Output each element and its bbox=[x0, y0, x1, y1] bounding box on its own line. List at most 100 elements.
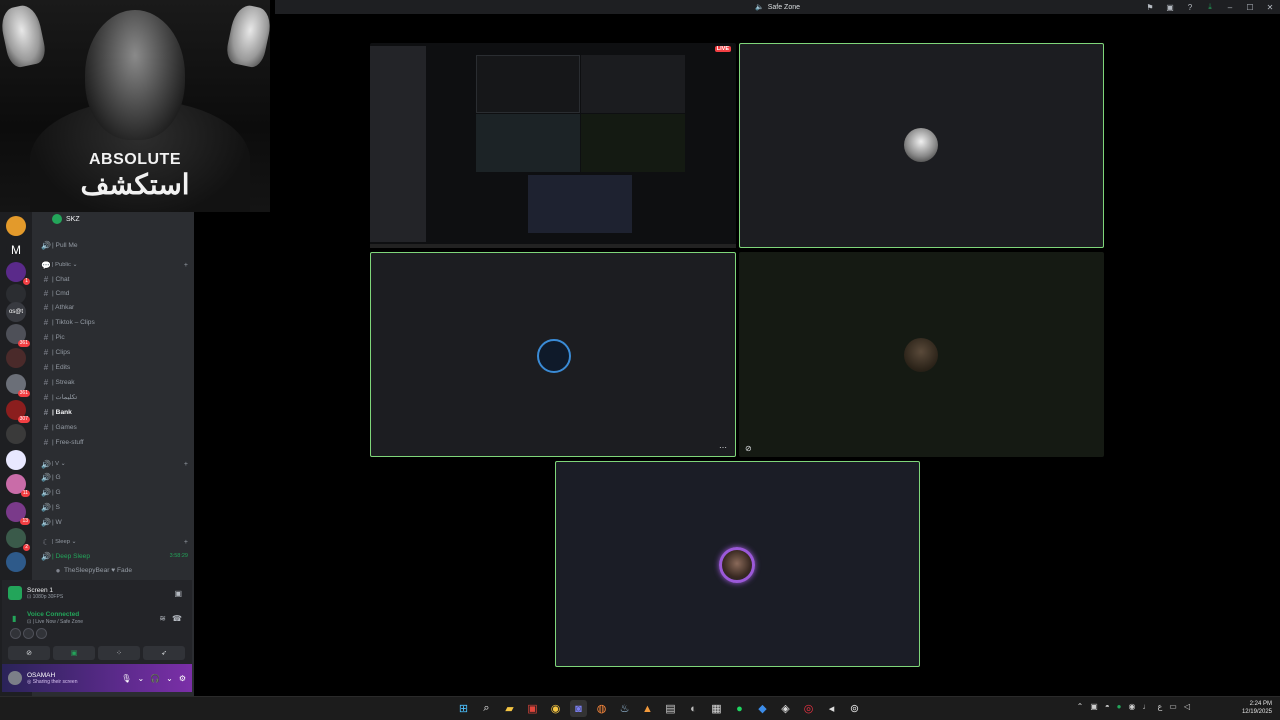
channel-item[interactable]: # | تكليمات bbox=[40, 390, 188, 404]
server-icon[interactable]: 307 bbox=[6, 400, 30, 423]
add-channel-icon[interactable]: + bbox=[184, 539, 188, 546]
server-icon[interactable]: M bbox=[6, 240, 26, 260]
stop-share-icon[interactable]: ▣ bbox=[174, 589, 182, 598]
discord-icon[interactable]: ◙ bbox=[570, 700, 587, 717]
soundboard-icon[interactable] bbox=[36, 628, 47, 639]
windows-start-icon[interactable]: ⊞ bbox=[455, 700, 472, 717]
gear-icon[interactable]: ⚙ bbox=[179, 674, 186, 683]
user-panel[interactable]: OSAMAH ◎ Sharing their screen 🎙 ⌄ 🎧 ⌄ ⚙ bbox=[2, 664, 192, 692]
stream-tile-screen-share[interactable]: LIVE bbox=[370, 43, 736, 248]
spotify-icon[interactable]: ● bbox=[731, 700, 748, 717]
search-icon[interactable]: ⌕ bbox=[478, 700, 495, 717]
app-icon[interactable]: ◎ bbox=[800, 700, 817, 717]
channel-item[interactable]: # | Pic bbox=[40, 330, 188, 344]
server-icon[interactable] bbox=[6, 348, 26, 368]
camera-toggle-icon[interactable] bbox=[10, 628, 21, 639]
disconnect-icon[interactable]: ☎ bbox=[172, 614, 182, 623]
chevron-down-icon[interactable]: ⌄ bbox=[137, 674, 144, 683]
screen-share-panel[interactable]: Screen 1 ⊡ 1080p 30FPS ▣ bbox=[2, 580, 192, 606]
file-explorer-icon[interactable]: ▰ bbox=[501, 700, 518, 717]
app-icon[interactable]: ▦ bbox=[708, 700, 725, 717]
channel-item[interactable]: 🔊 | G bbox=[40, 470, 188, 484]
headphones-icon[interactable]: 🎧 bbox=[150, 674, 160, 683]
channel-item[interactable]: # | Athkar bbox=[40, 300, 188, 314]
maximize-button[interactable]: ☐ bbox=[1240, 0, 1260, 14]
tray-app-icon[interactable]: ● bbox=[1117, 702, 1122, 711]
voice-location[interactable]: ⊡ | Live Now / Safe Zone bbox=[27, 619, 83, 625]
channel-category[interactable]: 🔊 | V ⌄ + bbox=[40, 457, 188, 471]
channel-item[interactable]: 🔊 | G bbox=[40, 485, 188, 499]
stream-tile-participant[interactable] bbox=[555, 461, 920, 667]
soundboard-button[interactable]: ➶ bbox=[143, 646, 185, 660]
channel-item[interactable]: 🔊 | Deep Sleep 3:58:29 bbox=[40, 549, 188, 563]
channel-item[interactable]: # | Streak bbox=[40, 375, 188, 389]
channel-item[interactable]: 🔊 | W bbox=[40, 515, 188, 529]
microphone-icon[interactable]: 🎙 bbox=[121, 674, 131, 683]
add-channel-icon[interactable]: + bbox=[184, 262, 188, 269]
activities-button[interactable]: ⁘ bbox=[98, 646, 140, 660]
channel-category[interactable]: ☾ | Sleep ⌄ + bbox=[40, 535, 188, 549]
share-screen-button[interactable]: ▣ bbox=[53, 646, 95, 660]
network-icon[interactable]: ▭ bbox=[1169, 702, 1177, 711]
app-icon[interactable]: ▤ bbox=[662, 700, 679, 717]
voice-member[interactable]: ● TheSleepyBear ♥ Fade bbox=[52, 563, 188, 577]
server-icon[interactable]: 1 bbox=[6, 262, 30, 285]
activity-icon[interactable] bbox=[23, 628, 34, 639]
app-icon[interactable]: ◆ bbox=[754, 700, 771, 717]
stream-tile-participant[interactable]: ⊘ bbox=[739, 252, 1104, 457]
server-icon[interactable] bbox=[6, 552, 26, 572]
help-icon[interactable]: ? bbox=[1180, 0, 1200, 14]
server-icon[interactable]: 11 bbox=[6, 474, 30, 497]
channel-item[interactable]: # | Cmd bbox=[40, 286, 188, 300]
more-options-icon[interactable]: ⋯ bbox=[719, 443, 727, 452]
channel-item[interactable]: # | Free-stuff bbox=[40, 435, 188, 449]
download-icon[interactable]: ⤓ bbox=[1200, 0, 1220, 14]
stream-tile-participant[interactable]: ⋯ bbox=[370, 252, 736, 457]
speaker-icon[interactable]: ◁ bbox=[1184, 702, 1190, 711]
server-icon[interactable] bbox=[6, 424, 26, 444]
channel-item[interactable]: # | Bank bbox=[40, 405, 188, 419]
channel-item[interactable]: # | Clips bbox=[40, 345, 188, 359]
app-icon[interactable]: ◈ bbox=[777, 700, 794, 717]
firefox-icon[interactable]: ◍ bbox=[593, 700, 610, 717]
stream-tile-participant[interactable] bbox=[739, 43, 1104, 248]
chevron-down-icon[interactable]: ⌄ bbox=[166, 674, 173, 683]
add-channel-icon[interactable]: + bbox=[184, 461, 188, 468]
app-icon[interactable]: ◐ bbox=[685, 700, 702, 717]
avatar[interactable] bbox=[8, 671, 22, 685]
server-icon[interactable]: 2 bbox=[6, 528, 30, 551]
channel-item[interactable]: # | Games bbox=[40, 420, 188, 434]
noise-suppression-icon[interactable]: ≋ bbox=[159, 614, 166, 623]
pin-icon[interactable]: ⚑ bbox=[1140, 0, 1160, 14]
chrome-icon[interactable]: ◉ bbox=[547, 700, 564, 717]
channel-item[interactable]: 🔊 | Pull Me bbox=[40, 238, 188, 252]
server-icon[interactable]: 361 bbox=[6, 324, 30, 347]
chevron-up-icon[interactable]: ⌃ bbox=[1077, 702, 1084, 711]
server-header[interactable]: SKZ bbox=[52, 214, 80, 224]
server-icon[interactable] bbox=[6, 450, 26, 470]
system-clock[interactable]: 2:24 PM 12/19/2025 bbox=[1242, 700, 1272, 716]
server-icon[interactable] bbox=[6, 216, 26, 236]
server-icon[interactable]: 13 bbox=[6, 502, 30, 525]
channel-item[interactable]: # | Chat bbox=[40, 272, 188, 286]
tray-app-icon[interactable]: ◉ bbox=[1129, 702, 1136, 711]
channel-item[interactable]: # | Tiktok – Clips bbox=[40, 315, 188, 329]
server-icon[interactable]: 361 bbox=[6, 374, 30, 397]
app-icon[interactable]: ▲ bbox=[639, 700, 656, 717]
close-button[interactable]: ✕ bbox=[1260, 0, 1280, 14]
voice-status[interactable]: Voice Connected bbox=[27, 611, 79, 618]
inbox-icon[interactable]: ▣ bbox=[1160, 0, 1180, 14]
language-icon[interactable]: ع bbox=[1158, 702, 1163, 711]
app-icon[interactable]: ◂ bbox=[823, 700, 840, 717]
channel-item[interactable]: # | Edits bbox=[40, 360, 188, 374]
channel-category[interactable]: 💬 | Public ⌄ + bbox=[40, 258, 188, 272]
record-icon[interactable]: ▣ bbox=[524, 700, 541, 717]
camera-off-button[interactable]: ⊘ bbox=[8, 646, 50, 660]
microphone-icon[interactable]: ♩ bbox=[1143, 702, 1151, 711]
app-icon[interactable]: ⊚ bbox=[846, 700, 863, 717]
minimize-button[interactable]: – bbox=[1220, 0, 1240, 14]
steam-icon[interactable]: ♨ bbox=[616, 700, 633, 717]
channel-item[interactable]: 🔊 | S bbox=[40, 500, 188, 514]
tray-app-icon[interactable]: ▣ bbox=[1090, 702, 1098, 711]
tray-app-icon[interactable]: ◓ bbox=[1105, 702, 1110, 711]
